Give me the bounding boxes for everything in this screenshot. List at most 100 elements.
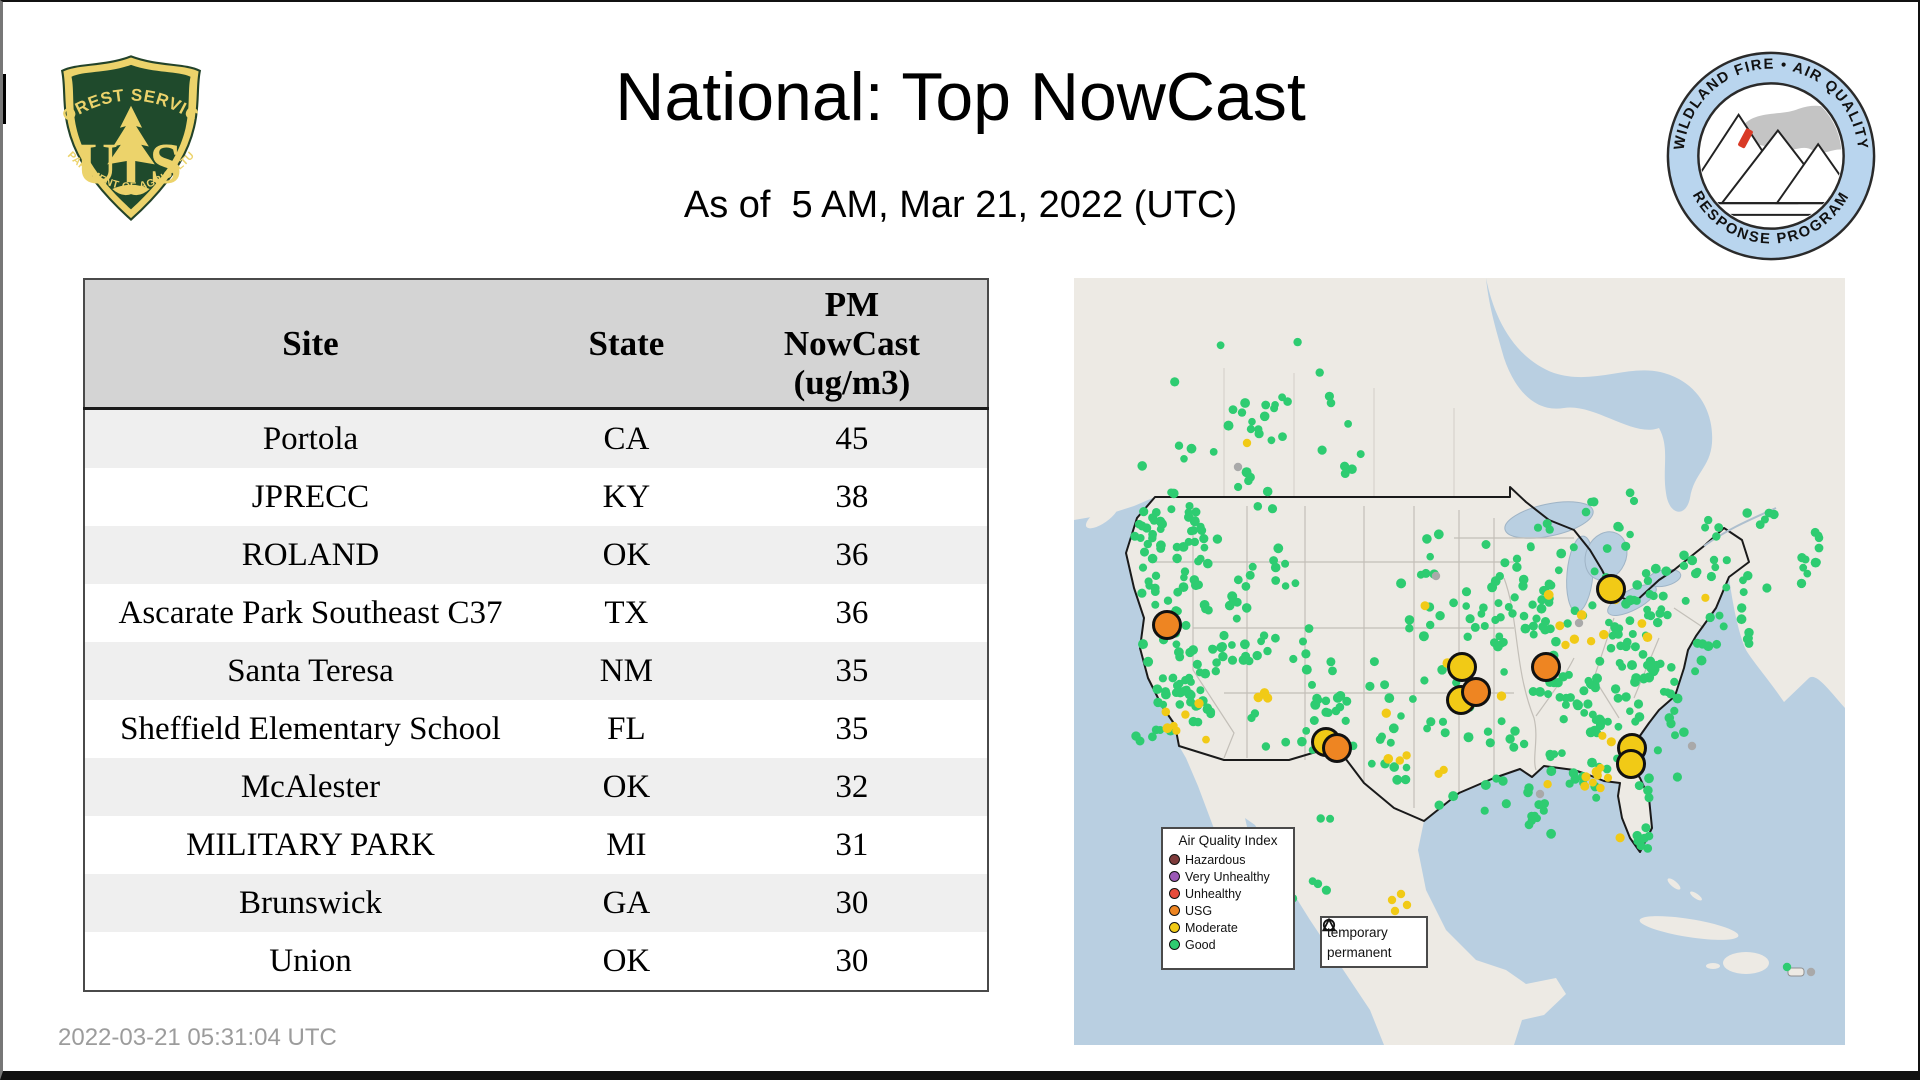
monitor-dot [1465,614,1475,624]
monitor-dot [1199,600,1210,610]
monitor-dot [1301,649,1311,659]
monitor-dot [1190,537,1199,547]
monitor-dot [1679,550,1689,561]
monitor-dot [1396,578,1407,589]
monitor-dot [1605,618,1613,627]
monitor-dot [1273,543,1284,554]
monitor-dot [1595,656,1605,666]
monitor-dot [1485,738,1495,748]
monitor-dot [1196,554,1205,563]
monitor-dot [1586,637,1596,646]
monitor-dot [1434,800,1444,810]
monitor-dot [1301,664,1312,675]
monitor-dot [1803,569,1812,578]
monitor-dot [1576,610,1587,620]
monitor-dot [1167,505,1176,514]
monitor-dot [1228,641,1236,649]
top-site-marker [1152,610,1182,640]
monitor-dot [1500,668,1508,676]
monitor-dot [1313,879,1323,889]
monitor-dot [1281,737,1291,747]
monitor-dot [1480,780,1491,790]
monitor-dot [1599,629,1609,640]
cell-value: 31 [716,816,988,874]
monitor-dot [1435,611,1445,621]
aqi-swatch-icon [1169,888,1180,899]
monitor-dot [1590,683,1600,693]
monitor-dot [1387,895,1397,905]
monitor-dot [1592,673,1602,684]
monitor-dot [1242,438,1252,448]
monitor-dot [1610,624,1620,633]
monitor-dot [1535,789,1545,799]
aqi-swatch-icon [1169,871,1180,882]
monitor-dot [1739,588,1748,597]
monitor-dot [1491,615,1500,625]
monitor-dot [1661,566,1671,576]
monitor-dot [1588,778,1597,787]
monitor-dot [1143,656,1154,667]
monitor-dot [1314,696,1323,704]
monitor-dot [1278,432,1287,441]
monitor-dot [1714,523,1724,532]
monitor-dot [1223,420,1234,431]
monitor-dot [1769,509,1779,520]
monitor-dot [1149,516,1159,525]
monitor-dot [1216,642,1227,653]
cell-value: 45 [716,408,988,468]
monitor-dot [1712,532,1721,541]
monitor-dot [1426,552,1434,561]
monitor-dot [1558,749,1566,757]
monitor-dot [1555,621,1565,631]
monitor-dot [1540,625,1550,635]
monitor-dot [1546,828,1556,839]
monitor-dot [1615,659,1624,667]
monitor-dot [1151,508,1161,517]
monitor-dot [1283,397,1292,406]
monitor-dot [1510,593,1519,602]
monitor-dot [1232,597,1242,607]
cell-site: Portola [84,408,536,468]
monitor-dot [1209,448,1218,456]
cell-value: 35 [716,642,988,700]
table-row: Union OK 30 [84,932,988,991]
monitor-dot [1722,583,1731,592]
monitor-dot [1161,687,1170,697]
monitor-dot [1742,508,1752,518]
monitor-dot [1496,691,1507,701]
monitor-dot [1321,885,1331,895]
monitor-dot [1743,571,1753,581]
monitor-dot [1392,774,1403,785]
monitor-dot [1556,548,1567,559]
monitor-dot [1504,603,1513,611]
monitor-dot [1234,482,1243,492]
monitor-dot [1416,570,1425,579]
monitor-dot [1200,543,1209,552]
monitor-dot [1701,593,1710,602]
monitor-dot [1627,660,1637,671]
monitor-dot [1340,469,1350,478]
monitor-dot [1583,699,1593,709]
cell-state: NM [536,642,717,700]
monitor-dot [1481,540,1491,549]
monitor-dot [1519,739,1529,749]
monitor-dot [1326,814,1335,823]
monitor-dot [1679,561,1689,570]
monitor-dot [1672,693,1683,704]
monitor-dot [1216,341,1225,350]
monitor-dot [1137,588,1147,598]
monitor-dot [1745,634,1753,643]
monitor-dot [1356,450,1365,459]
monitor-dot [1703,641,1713,651]
monitor-dot [1593,771,1602,780]
monitor-dot [1462,602,1470,610]
monitor-dot [1254,425,1263,434]
monitor-dot [1588,710,1597,719]
monitor-dot [1602,544,1612,553]
monitor-dot [1241,651,1251,661]
monitor-dot [1161,707,1171,717]
monitor-dot [1615,523,1624,532]
monitor-dot [1696,655,1707,666]
monitor-dot [1490,638,1499,647]
aqi-legend-item: USG [1169,902,1287,919]
